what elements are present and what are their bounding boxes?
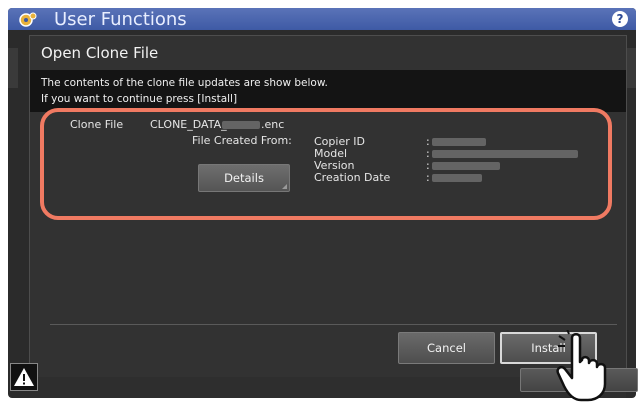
dialog-divider — [50, 324, 617, 325]
version-value-redacted — [432, 162, 500, 170]
model-value-redacted — [432, 150, 578, 158]
warning-icon — [14, 368, 34, 386]
message-line-1: The contents of the clone file updates a… — [41, 77, 328, 89]
message-line-2: If you want to continue press [Install] — [41, 93, 238, 105]
clone-file-name-prefix: CLONE_DATA_ — [150, 118, 227, 131]
app-header: User Functions ? — [8, 8, 636, 30]
cancel-button[interactable]: Cancel — [398, 332, 495, 364]
device-screen: User Functions ? Open Clone File The con… — [8, 8, 636, 398]
app-title: User Functions — [54, 9, 187, 30]
cancel-button-label: Cancel — [427, 341, 466, 355]
gear-icon — [19, 12, 37, 27]
details-corner-icon — [282, 184, 287, 189]
warning-button[interactable] — [10, 363, 38, 391]
clone-file-name-suffix: .enc — [261, 118, 285, 131]
dialog-title: Open Clone File — [41, 44, 159, 62]
creation-date-value-redacted — [432, 174, 482, 182]
clone-file-label: Clone File — [70, 118, 124, 131]
copier-id-value-redacted — [432, 138, 486, 146]
details-button-label: Details — [224, 171, 264, 185]
help-button[interactable]: ? — [612, 11, 628, 27]
background-panel-left — [8, 48, 18, 88]
creation-date-colon: : — [426, 171, 430, 184]
message-band: The contents of the clone file updates a… — [30, 70, 626, 112]
hand-pointer-icon — [556, 330, 607, 402]
file-created-from-label: File Created From: — [192, 134, 292, 147]
details-button[interactable]: Details — [198, 164, 290, 192]
clone-file-date-redacted — [222, 121, 260, 129]
creation-date-label: Creation Date — [314, 171, 391, 184]
